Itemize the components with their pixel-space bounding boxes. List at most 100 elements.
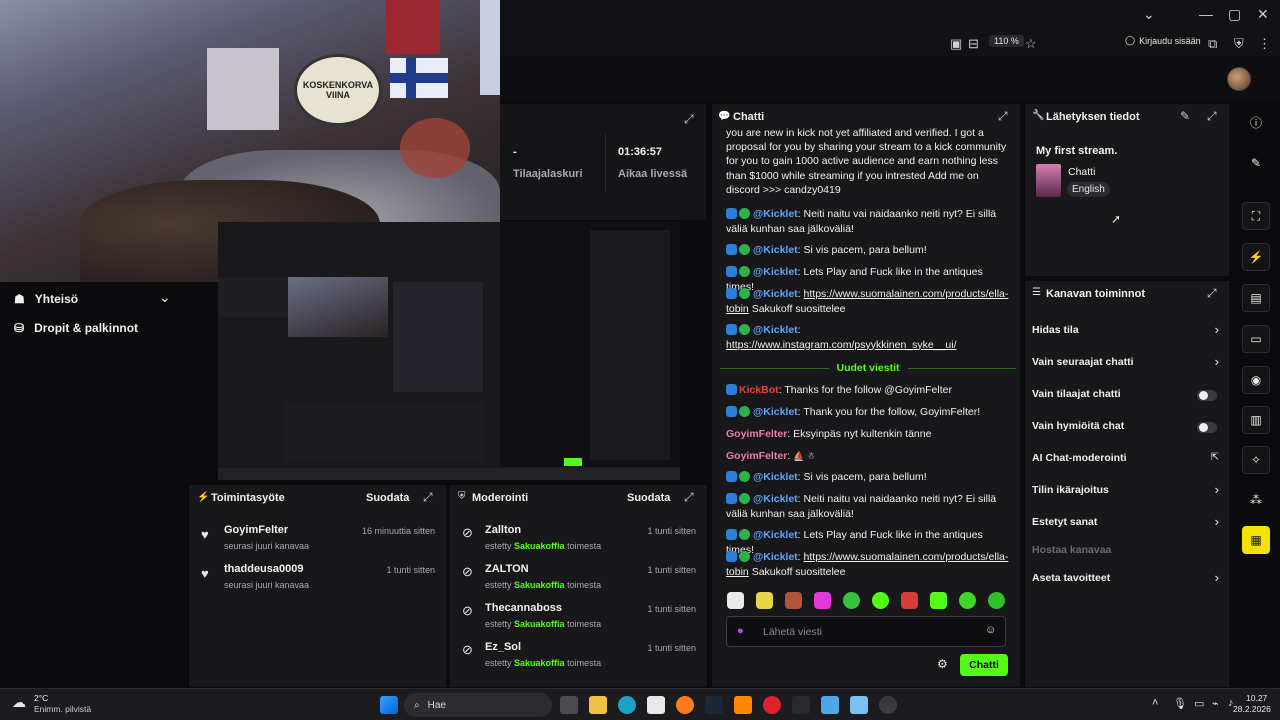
banned-user[interactable]: Thecannaboss bbox=[485, 602, 562, 614]
sidebar-item-community[interactable]: ☗ Yhteisö bbox=[14, 292, 78, 306]
network-icon[interactable]: ⌁ bbox=[1212, 697, 1219, 710]
set-goals-item[interactable]: Aseta tavoitteet bbox=[1032, 572, 1110, 584]
weather-icon[interactable]: ☁ bbox=[12, 694, 26, 711]
extensions-icon[interactable]: ⧉ bbox=[1208, 36, 1217, 52]
expand-icon[interactable]: ⤢ bbox=[684, 112, 694, 127]
emote-icon[interactable] bbox=[814, 592, 831, 609]
chevron-down-icon[interactable]: ⌄ bbox=[1143, 6, 1155, 23]
category-thumbnail[interactable] bbox=[1036, 164, 1061, 197]
terminal-icon[interactable] bbox=[792, 696, 810, 714]
slow-mode-item[interactable]: Hidas tila bbox=[1032, 324, 1079, 336]
favorite-star-icon[interactable]: ☆ bbox=[1025, 36, 1037, 52]
expand-icon[interactable]: ⤢ bbox=[1207, 109, 1217, 124]
firefox-icon[interactable] bbox=[676, 696, 694, 714]
bot-badge-icon bbox=[726, 288, 737, 299]
emote-icon[interactable] bbox=[901, 592, 918, 609]
close-icon[interactable]: ✕ bbox=[1257, 6, 1269, 23]
expand-icon[interactable]: ⤢ bbox=[684, 490, 694, 505]
emote-icon[interactable] bbox=[727, 592, 744, 609]
chat-input[interactable]: ● Lähetä viesti ☺ bbox=[726, 616, 1006, 647]
emote-icon[interactable] bbox=[785, 592, 802, 609]
share-icon[interactable]: ⁂ bbox=[1242, 486, 1270, 514]
chevron-down-icon[interactable]: ⌄ bbox=[159, 289, 171, 306]
opera-icon[interactable] bbox=[763, 696, 781, 714]
shield-icon[interactable]: ⛨ bbox=[1234, 36, 1244, 52]
chevron-right-icon[interactable]: › bbox=[1215, 322, 1219, 337]
vscode-icon[interactable] bbox=[821, 696, 839, 714]
minimize-icon[interactable]: — bbox=[1199, 6, 1213, 22]
emote-icon[interactable] bbox=[988, 592, 1005, 609]
lightning-icon[interactable]: ⚡ bbox=[1242, 243, 1270, 271]
external-link-icon[interactable]: ⇱ bbox=[1211, 452, 1219, 463]
file-explorer-icon[interactable] bbox=[589, 696, 607, 714]
obs-icon[interactable] bbox=[879, 696, 897, 714]
weather-temp: 2°C bbox=[34, 693, 49, 703]
bot-badge-icon bbox=[726, 244, 737, 255]
broadcast-icon[interactable]: ◉ bbox=[1242, 366, 1270, 394]
stream-category[interactable]: Chatti bbox=[1068, 166, 1095, 178]
chevron-right-icon[interactable]: › bbox=[1215, 354, 1219, 369]
subscribers-only-toggle[interactable] bbox=[1197, 390, 1217, 401]
chevron-right-icon[interactable]: › bbox=[1215, 570, 1219, 585]
picture-in-picture-icon[interactable]: ▣ bbox=[950, 36, 962, 52]
wrench-icon[interactable]: ✧ bbox=[1242, 446, 1270, 474]
ai-moderation-item[interactable]: AI Chat-moderointi bbox=[1032, 452, 1127, 464]
steam-icon[interactable] bbox=[705, 696, 723, 714]
layout-icon[interactable]: ▥ bbox=[1242, 406, 1270, 434]
chevron-right-icon[interactable]: › bbox=[1215, 514, 1219, 529]
activity-filter-button[interactable]: Suodata bbox=[366, 492, 409, 504]
vlc-icon[interactable] bbox=[734, 696, 752, 714]
notepad-icon[interactable] bbox=[850, 696, 868, 714]
clock-time[interactable]: 10.27 bbox=[1246, 693, 1267, 703]
emote-icon[interactable] bbox=[843, 592, 860, 609]
sidebar-item-drops[interactable]: ⛁ Dropit & palkinnot bbox=[14, 321, 138, 335]
tray-chevron-icon[interactable]: ˄ bbox=[1152, 697, 1158, 709]
expand-icon[interactable]: ⤢ bbox=[423, 490, 433, 505]
chat-bubble-icon[interactable]: ▭ bbox=[1242, 325, 1270, 353]
followers-only-item[interactable]: Vain seuraajat chatti bbox=[1032, 356, 1134, 368]
save-icon[interactable]: ⊟ bbox=[968, 36, 979, 52]
task-view-icon[interactable] bbox=[560, 696, 578, 714]
expand-icon[interactable]: ⤢ bbox=[998, 109, 1008, 124]
banned-user[interactable]: Zallton bbox=[485, 524, 521, 536]
activity-user[interactable]: GoyimFelter bbox=[224, 524, 288, 536]
banned-user[interactable]: ZALTON bbox=[485, 563, 529, 575]
emote-icon[interactable] bbox=[930, 592, 947, 609]
clip-icon[interactable]: ▦ bbox=[1242, 526, 1270, 554]
emote-icon[interactable] bbox=[872, 592, 889, 609]
screen-capture-icon[interactable]: ⛶ bbox=[1242, 202, 1270, 230]
display-icon[interactable]: ▭ bbox=[1194, 697, 1204, 710]
emoji-icon[interactable]: ☺ bbox=[985, 624, 996, 636]
user-avatar[interactable] bbox=[1227, 67, 1251, 91]
store-icon[interactable] bbox=[647, 696, 665, 714]
send-chat-button[interactable]: Chatti bbox=[960, 654, 1008, 676]
edge-icon[interactable] bbox=[618, 696, 636, 714]
login-button[interactable]: ◯ Kirjaudu sisään bbox=[1125, 35, 1201, 46]
expand-icon[interactable]: ⤢ bbox=[1207, 286, 1217, 301]
new-messages-divider[interactable]: Uudet viestit bbox=[720, 362, 1017, 374]
edit-pencil-icon[interactable]: ✎ bbox=[1180, 109, 1190, 123]
info-icon[interactable]: ⓘ bbox=[1242, 108, 1270, 136]
more-menu-icon[interactable]: ⋮ bbox=[1258, 36, 1271, 52]
pencil-icon[interactable]: ✎ bbox=[1242, 149, 1270, 177]
microphone-tray-icon[interactable]: 🎙 bbox=[1173, 697, 1187, 710]
document-icon[interactable]: ▤ bbox=[1242, 284, 1270, 312]
zoom-level[interactable]: 110 % bbox=[989, 35, 1024, 47]
activity-user[interactable]: thaddeusa0009 bbox=[224, 563, 303, 575]
chevron-right-icon[interactable]: › bbox=[1215, 482, 1219, 497]
settings-gear-icon[interactable]: ⚙ bbox=[937, 657, 948, 671]
emote-icon[interactable] bbox=[756, 592, 773, 609]
blocked-words-item[interactable]: Estetyt sanat bbox=[1032, 516, 1097, 528]
banned-user[interactable]: Ez_Sol bbox=[485, 641, 521, 653]
clock-date[interactable]: 28.2.2026 bbox=[1233, 704, 1271, 714]
maximize-icon[interactable]: ▢ bbox=[1228, 6, 1241, 23]
moderation-filter-button[interactable]: Suodata bbox=[627, 492, 670, 504]
chat-message: you are new in kick not yet affiliated a… bbox=[726, 127, 1007, 196]
age-restriction-item[interactable]: Tilin ikärajoitus bbox=[1032, 484, 1109, 496]
stream-preview[interactable] bbox=[218, 222, 680, 480]
microphone-icon[interactable]: ● bbox=[737, 625, 744, 637]
windows-start-icon[interactable] bbox=[380, 696, 398, 714]
emote-icon[interactable] bbox=[959, 592, 976, 609]
taskbar-search[interactable]: ⌕ Hae bbox=[404, 693, 552, 717]
emotes-only-toggle[interactable] bbox=[1197, 422, 1217, 433]
